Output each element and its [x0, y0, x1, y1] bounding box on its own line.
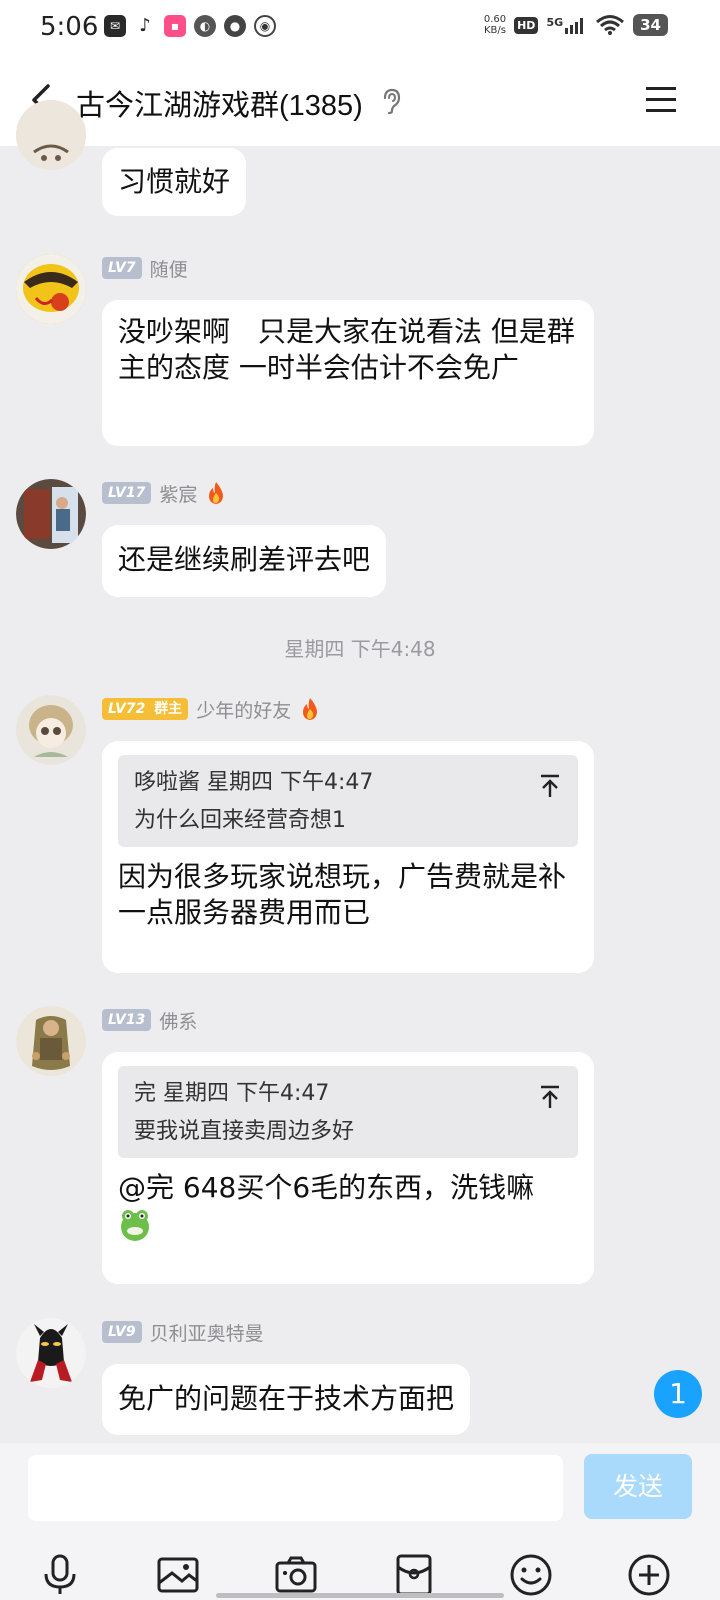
- red-packet-icon[interactable]: [392, 1553, 436, 1597]
- message-bubble[interactable]: 没吵架啊 只是大家在说看法 但是群主的态度 一时半会估计不会免广: [102, 300, 594, 446]
- level-badge: LV72 群主: [102, 698, 189, 720]
- quoted-message[interactable]: 完 星期四 下午4:47 要我说直接卖周边多好: [118, 1066, 578, 1158]
- message-input[interactable]: [28, 1455, 563, 1521]
- input-area: 发送: [0, 1443, 720, 1600]
- avatar[interactable]: [16, 695, 86, 765]
- level-badge: LV17: [102, 482, 152, 504]
- avatar[interactable]: [16, 479, 86, 549]
- unread-count-badge[interactable]: 1: [654, 1370, 702, 1418]
- sender-name[interactable]: 佛系: [159, 1007, 197, 1034]
- message-text: 没吵架啊 只是大家在说看法 但是群主的态度 一时半会估计不会免广: [118, 315, 575, 384]
- message-text: 免广的问题在于技术方面把: [118, 1382, 455, 1415]
- home-indicator[interactable]: [216, 1593, 504, 1598]
- frog-emoji-icon: [121, 1210, 149, 1241]
- sender-info: LV72 群主 少年的好友: [102, 696, 321, 723]
- message-text: 习惯就好: [118, 165, 231, 198]
- quote-text: 为什么回来经营奇想1: [134, 808, 346, 833]
- jump-to-quote-icon[interactable]: [538, 773, 562, 799]
- sender-info: LV9 贝利亚奥特曼: [102, 1319, 264, 1346]
- sender-info: LV17 紫宸: [102, 480, 227, 507]
- camera-app-icon: ◉: [254, 15, 276, 37]
- sender-name[interactable]: 贝利亚奥特曼: [150, 1319, 264, 1346]
- message-text: @完 648买个6毛的东西，洗钱嘛: [118, 1171, 535, 1204]
- wifi-icon: [596, 15, 625, 35]
- avatar[interactable]: [16, 254, 86, 324]
- message-bubble[interactable]: 还是继续刷差评去吧: [102, 525, 387, 597]
- hd-badge: HD: [514, 16, 539, 34]
- ear-mode-icon[interactable]: [380, 87, 404, 115]
- signal-bars-icon: [565, 18, 584, 34]
- quoted-message[interactable]: 哆啦酱 星期四 下午4:47 为什么回来经营奇想1: [118, 755, 578, 847]
- network-speed: 0.60 KB/s: [483, 14, 507, 36]
- fire-icon: [303, 698, 318, 720]
- message-text: 还是继续刷差评去吧: [118, 543, 371, 576]
- avatar[interactable]: [16, 100, 86, 170]
- shopping-app-icon: ▪: [164, 15, 186, 37]
- page-title[interactable]: 古今江湖游戏群(1385): [76, 82, 363, 124]
- message-bubble[interactable]: 哆啦酱 星期四 下午4:47 为什么回来经营奇想1 因为很多玩家说想玩，广告费就…: [102, 741, 594, 973]
- send-button[interactable]: 发送: [584, 1454, 692, 1519]
- message-bubble[interactable]: 习惯就好: [102, 148, 247, 216]
- camera-icon[interactable]: [274, 1553, 318, 1597]
- status-time: 5:06: [40, 12, 99, 42]
- battery-indicator: 34: [633, 14, 668, 36]
- plus-icon[interactable]: [627, 1553, 671, 1597]
- tiktok-icon: ♪: [139, 15, 151, 36]
- sender-info: LV13 佛系: [102, 1007, 197, 1034]
- sender-name[interactable]: 少年的好友: [196, 696, 291, 723]
- level-badge: LV13: [102, 1009, 152, 1031]
- chat-header: 古今江湖游戏群(1385): [0, 56, 720, 146]
- emoji-icon[interactable]: [509, 1553, 553, 1597]
- message-bubble[interactable]: 免广的问题在于技术方面把: [102, 1364, 471, 1435]
- quote-text: 要我说直接卖周边多好: [134, 1119, 355, 1144]
- avatar[interactable]: [16, 1006, 86, 1076]
- sender-name[interactable]: 紫宸: [159, 480, 197, 507]
- fire-icon: [209, 482, 224, 504]
- message-bubble[interactable]: 完 星期四 下午4:47 要我说直接卖周边多好 @完 648买个6毛的东西，洗钱…: [102, 1052, 594, 1284]
- notification-icons: ✉ ♪ ▪ ◐ ● ◉: [104, 15, 276, 37]
- level-badge: LV7: [102, 257, 142, 279]
- microphone-icon[interactable]: [38, 1553, 82, 1597]
- timestamp-divider: 星期四 下午4:48: [284, 637, 436, 661]
- message-text: 因为很多玩家说想玩，广告费就是补一点服务器费用而已: [118, 860, 567, 929]
- sender-name[interactable]: 随便: [150, 255, 188, 282]
- jump-to-quote-icon[interactable]: [538, 1084, 562, 1110]
- sender-info: LV7 随便: [102, 255, 188, 282]
- sync-app-icon: ◐: [194, 15, 216, 37]
- chat-app-icon: ●: [224, 15, 246, 37]
- status-bar: 5:06 ✉ ♪ ▪ ◐ ● ◉ 0.60 KB/s HD 5G 34: [0, 0, 720, 56]
- signal-icon: 5G: [546, 16, 587, 34]
- avatar[interactable]: [16, 1318, 86, 1388]
- owner-badge: 群主: [154, 701, 183, 717]
- mail-app-icon: ✉: [104, 15, 126, 37]
- quote-header: 完 星期四 下午4:47: [134, 1081, 330, 1106]
- menu-icon[interactable]: [644, 84, 678, 116]
- quote-header: 哆啦酱 星期四 下午4:47: [134, 770, 374, 795]
- level-badge: LV9: [102, 1321, 142, 1343]
- image-icon[interactable]: [156, 1553, 200, 1597]
